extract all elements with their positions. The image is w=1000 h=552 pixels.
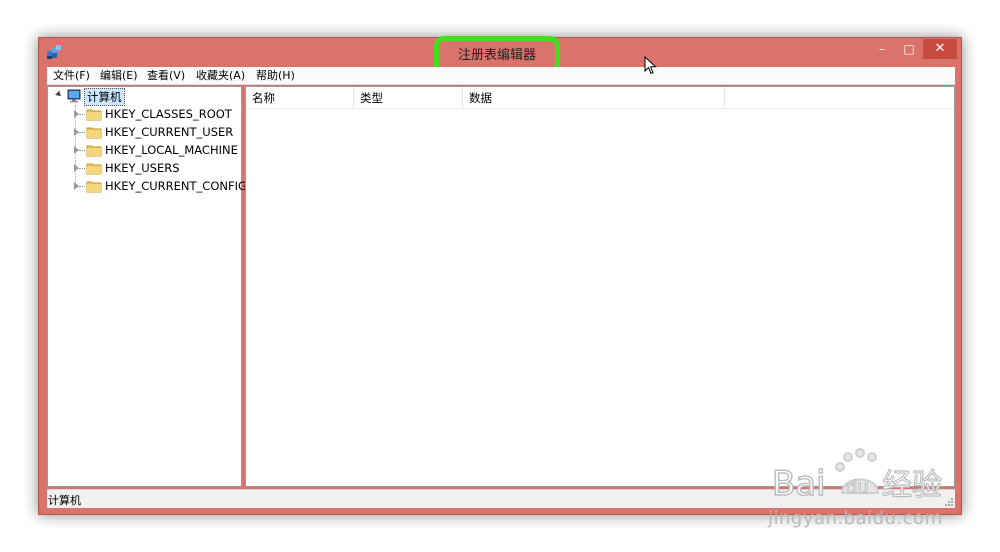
- tree-item-hkey-users[interactable]: HKEY_USERS: [48, 159, 241, 177]
- tree-label: HKEY_USERS: [105, 161, 180, 175]
- column-header-name[interactable]: 名称: [246, 87, 354, 109]
- watermark-url: jingyan.baidu.com: [768, 508, 943, 529]
- folder-icon: [86, 163, 102, 175]
- svg-text:Bai: Bai: [772, 464, 826, 503]
- tree-item-hkey-current-user[interactable]: HKEY_CURRENT_USER: [48, 123, 241, 141]
- regedit-app-icon[interactable]: [46, 44, 62, 60]
- menu-help[interactable]: 帮助(H): [256, 68, 295, 84]
- list-header: 名称 类型 数据: [246, 87, 954, 109]
- menu-file[interactable]: 文件(F): [53, 68, 90, 84]
- svg-text:du: du: [846, 477, 869, 498]
- tree-label: HKEY_LOCAL_MACHINE: [105, 143, 238, 157]
- menu-bar: 文件(F) 编辑(E) 查看(V) 收藏夹(A) 帮助(H): [47, 67, 955, 85]
- close-button[interactable]: ✕: [923, 39, 957, 59]
- title-bar[interactable]: 注册表编辑器 – □ ✕: [39, 36, 961, 74]
- baidu-watermark-logo: Bai du 经验: [771, 448, 943, 503]
- svg-text:经验: 经验: [882, 468, 942, 503]
- tree-item-hkey-current-config[interactable]: HKEY_CURRENT_CONFIG: [48, 177, 247, 195]
- folder-icon: [86, 145, 102, 157]
- menu-edit[interactable]: 编辑(E): [100, 68, 138, 84]
- maximize-button[interactable]: □: [896, 39, 922, 59]
- minimize-button[interactable]: –: [869, 39, 895, 59]
- tree-item-hkey-local-machine[interactable]: HKEY_LOCAL_MACHINE: [48, 141, 241, 159]
- computer-icon: [67, 89, 81, 103]
- menu-view[interactable]: 查看(V): [147, 68, 185, 84]
- tree-item-hkey-classes-root[interactable]: HKEY_CLASSES_ROOT: [48, 105, 241, 123]
- tree-label: HKEY_CURRENT_USER: [105, 125, 234, 139]
- folder-icon: [86, 127, 102, 139]
- collapse-arrow-icon[interactable]: [55, 90, 63, 99]
- registry-tree-pane[interactable]: 计算机 HKEY_CLASSES_ROOT HKEY_CURRENT_USER: [47, 86, 247, 487]
- tree-connector: [79, 168, 85, 169]
- tree-connector: [79, 186, 85, 187]
- tree-label: HKEY_CLASSES_ROOT: [105, 107, 232, 121]
- registry-values-pane[interactable]: 名称 类型 数据: [245, 86, 955, 487]
- tree-label: HKEY_CURRENT_CONFIG: [105, 179, 247, 193]
- column-header-type[interactable]: 类型: [354, 87, 463, 109]
- tree-item-computer[interactable]: 计算机: [48, 87, 241, 106]
- column-header-data[interactable]: 数据: [463, 87, 725, 109]
- resize-grip-icon[interactable]: [945, 498, 953, 506]
- tree-connector: [79, 132, 85, 133]
- mouse-cursor-icon: [644, 56, 657, 75]
- folder-icon: [86, 181, 102, 193]
- tree-connector: [79, 114, 85, 115]
- registry-editor-window: 注册表编辑器 – □ ✕ 文件(F) 编辑(E) 查看(V) 收藏夹(A) 帮助…: [38, 36, 962, 515]
- folder-icon: [86, 109, 102, 121]
- tree-label-computer: 计算机: [84, 88, 125, 106]
- menu-favorites[interactable]: 收藏夹(A): [196, 68, 245, 84]
- status-path: 计算机: [48, 494, 81, 507]
- tree-connector: [79, 150, 85, 151]
